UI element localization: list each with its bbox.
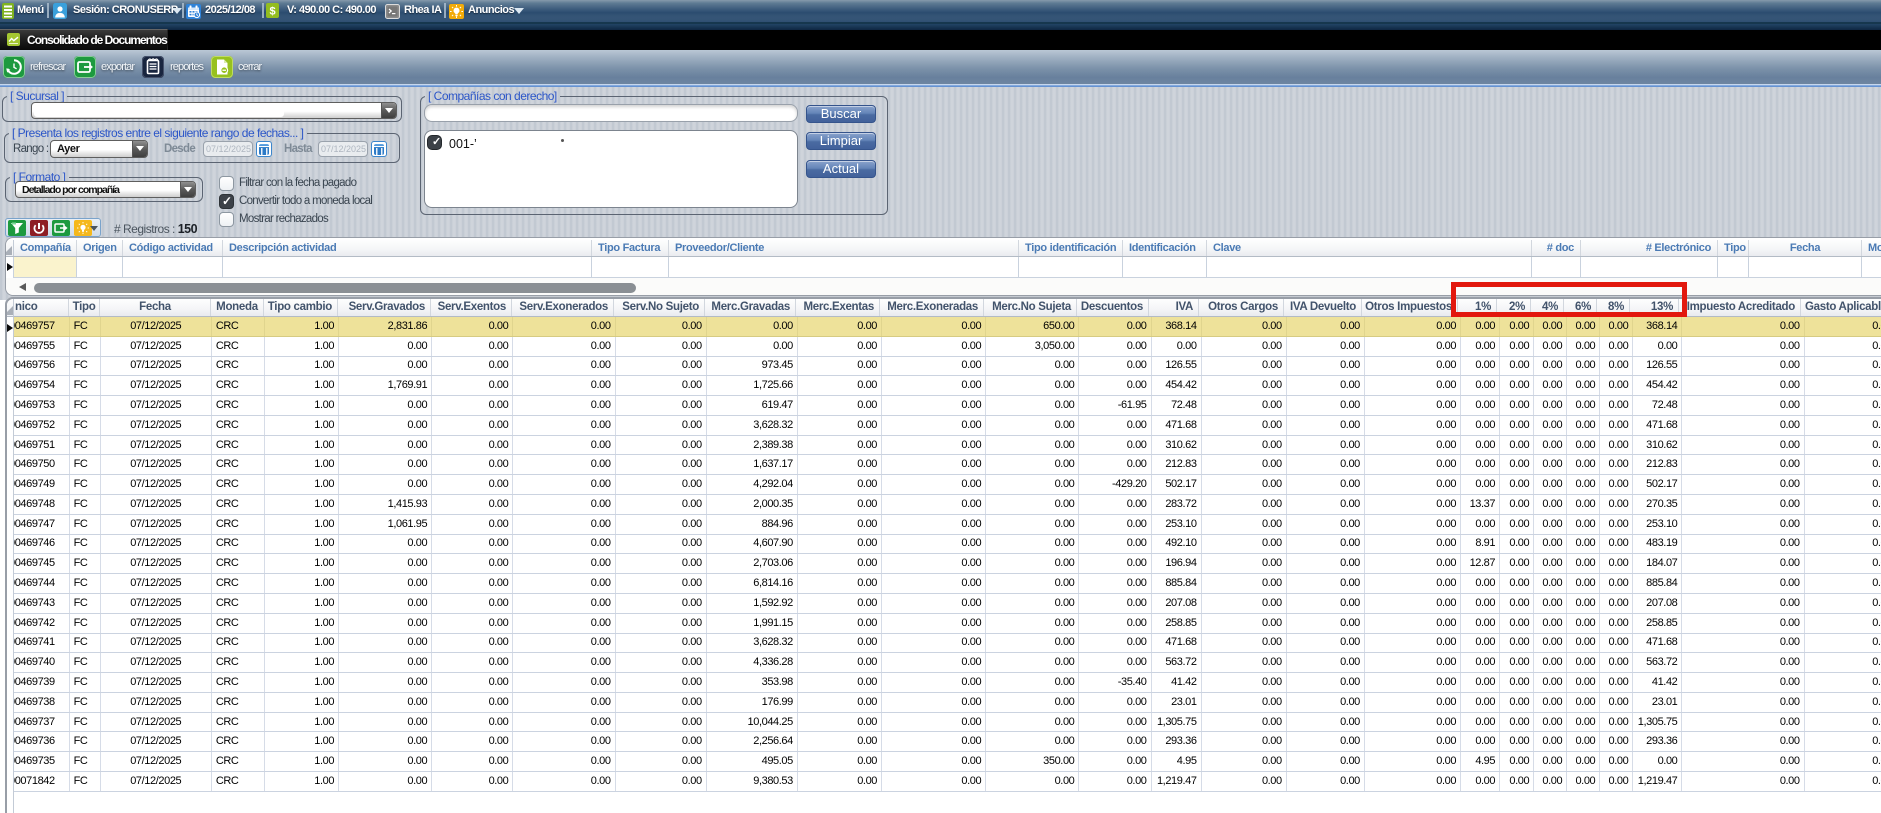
- svg-text:$: $: [269, 6, 275, 18]
